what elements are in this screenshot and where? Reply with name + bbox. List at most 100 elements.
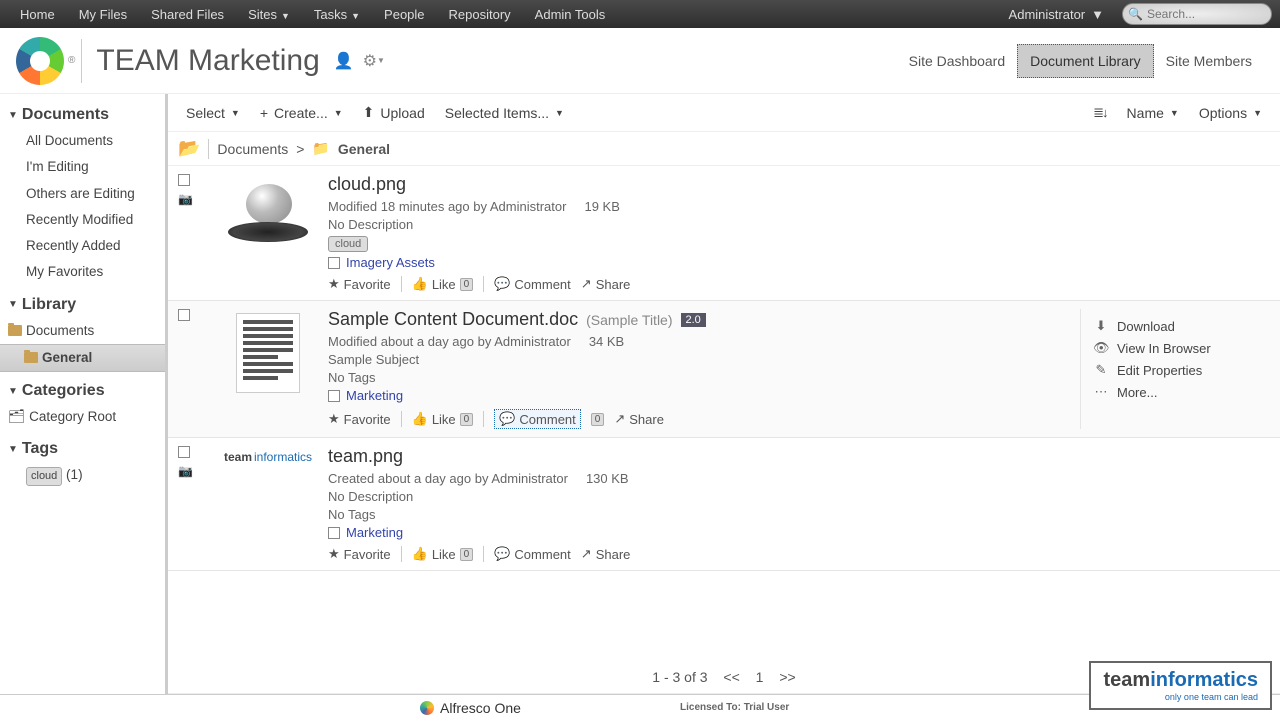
comment-button[interactable]: 💬Comment	[494, 409, 581, 429]
sidebar-filter-recently-added[interactable]: Recently Added	[0, 233, 165, 259]
document-title[interactable]: cloud.png	[328, 174, 1270, 195]
chevron-down-icon: ▼	[8, 299, 18, 310]
sidebar-filter-my-favorites[interactable]: My Favorites	[0, 259, 165, 285]
thumbs-up-icon: 👍	[412, 546, 428, 562]
category-link[interactable]: Marketing	[328, 525, 1270, 540]
gear-icon[interactable]: ⚙▼	[364, 51, 384, 71]
camera-icon: 📷	[178, 192, 193, 206]
chevron-down-icon: ▼	[8, 386, 18, 397]
favorite-button[interactable]: ★Favorite	[328, 276, 391, 292]
category-root[interactable]: 🗂 Category Root	[0, 404, 165, 430]
nav-tasks[interactable]: Tasks▼	[302, 2, 372, 27]
category-link[interactable]: Marketing	[328, 388, 1080, 403]
modified-text: Modified 18 minutes ago by Administrator	[328, 199, 566, 214]
sidebar-tags-header[interactable]: ▼Tags	[0, 436, 165, 462]
sidebar-filter-i-m-editing[interactable]: I'm Editing	[0, 154, 165, 180]
upload-button[interactable]: ⬆Upload	[355, 100, 433, 125]
share-icon: ↗	[581, 276, 592, 292]
row-checkbox[interactable]	[178, 309, 190, 321]
category-link[interactable]: Imagery Assets	[328, 255, 1270, 270]
top-nav: HomeMy FilesShared FilesSites▼Tasks▼Peop…	[0, 0, 1280, 28]
document-row[interactable]: Sample Content Document.doc(Sample Title…	[168, 301, 1280, 438]
nav-sites[interactable]: Sites▼	[236, 2, 302, 27]
like-button[interactable]: 👍Like 0	[412, 546, 474, 562]
nav-repository[interactable]: Repository	[437, 2, 523, 27]
document-title[interactable]: Sample Content Document.doc(Sample Title…	[328, 309, 1080, 330]
thumbs-up-icon: 👍	[412, 411, 428, 427]
file-size: 19 KB	[584, 199, 619, 214]
thumbnail[interactable]	[208, 174, 328, 292]
site-nav-site-members[interactable]: Site Members	[1154, 45, 1264, 77]
options-button[interactable]: Options▼	[1191, 101, 1270, 125]
site-header: ® TEAM Marketing 👤 ⚙▼ Site DashboardDocu…	[0, 28, 1280, 94]
tag[interactable]: cloud	[328, 236, 368, 252]
tag-icon: 🗂	[8, 407, 25, 427]
chevron-down-icon: ▼	[8, 110, 18, 121]
favorite-button[interactable]: ★Favorite	[328, 546, 391, 562]
sort-direction-button[interactable]: ≣↓	[1085, 101, 1114, 125]
comment-count: 0	[591, 413, 605, 426]
chevron-down-icon: ▼	[1091, 7, 1104, 22]
user-menu[interactable]: Administrator▼	[999, 2, 1114, 27]
tag-item[interactable]: cloud (1)	[0, 462, 165, 489]
document-title[interactable]: team.png	[328, 446, 1270, 467]
sidebar-filter-all-documents[interactable]: All Documents	[0, 128, 165, 154]
sidebar-library-header[interactable]: ▼Library	[0, 292, 165, 318]
create-button[interactable]: +Create...▼	[252, 101, 351, 125]
edit-properties-button[interactable]: ✎Edit Properties	[1093, 359, 1270, 381]
thumbnail[interactable]	[208, 309, 328, 429]
thumbnail[interactable]: teaminformatics	[208, 446, 328, 562]
library-folder-general[interactable]: General	[0, 344, 165, 372]
thumbs-up-icon: 👍	[412, 276, 428, 292]
pencil-icon: ✎	[1093, 362, 1109, 378]
download-button[interactable]: ⬇Download	[1093, 315, 1270, 337]
sort-field-button[interactable]: Name▼	[1119, 101, 1187, 125]
pager-next[interactable]: >>	[779, 669, 795, 685]
version-badge: 2.0	[681, 313, 706, 327]
search-input[interactable]	[1122, 3, 1272, 25]
pager-page[interactable]: 1	[756, 669, 764, 685]
nav-my-files[interactable]: My Files	[67, 2, 139, 27]
nav-shared-files[interactable]: Shared Files	[139, 2, 236, 27]
row-checkbox[interactable]	[178, 446, 190, 458]
pager-range: 1 - 3 of 3	[652, 669, 707, 685]
site-title: TEAM Marketing	[96, 44, 319, 78]
share-button[interactable]: ↗Share	[614, 411, 664, 427]
share-button[interactable]: ↗Share	[581, 546, 631, 562]
document-row[interactable]: 📷teaminformaticsteam.pngCreated about a …	[168, 438, 1280, 571]
like-button[interactable]: 👍Like 0	[412, 411, 474, 427]
like-button[interactable]: 👍Like 0	[412, 276, 474, 292]
library-root[interactable]: Documents	[0, 318, 165, 344]
sidebar-filter-recently-modified[interactable]: Recently Modified	[0, 207, 165, 233]
comment-button[interactable]: 💬Comment	[494, 546, 571, 562]
selected-items-button[interactable]: Selected Items...▼	[437, 101, 572, 125]
file-size: 34 KB	[589, 334, 624, 349]
sidebar-categories-header[interactable]: ▼Categories	[0, 378, 165, 404]
view-browser-button[interactable]: 👁View In Browser	[1093, 337, 1270, 359]
row-actions-panel: ⬇Download👁View In Browser✎Edit Propertie…	[1080, 309, 1270, 429]
pager-prev[interactable]: <<	[723, 669, 739, 685]
site-nav-document-library[interactable]: Document Library	[1017, 44, 1154, 78]
folder-up-icon[interactable]: 📂	[178, 138, 200, 159]
site-nav-site-dashboard[interactable]: Site Dashboard	[897, 45, 1018, 77]
favorite-button[interactable]: ★Favorite	[328, 411, 391, 427]
comment-button[interactable]: 💬Comment	[494, 276, 571, 292]
document-row[interactable]: 📷 cloud.png Modified 18 minutes ago by Adm…	[168, 166, 1280, 301]
comment-icon: 💬	[494, 276, 510, 292]
brand-watermark: teaminformatics only one team can lead	[1089, 661, 1272, 710]
invite-icon[interactable]: 👤	[334, 51, 354, 71]
no-tags: No Tags	[328, 507, 1270, 522]
folder-icon: 📁	[312, 140, 329, 157]
nav-home[interactable]: Home	[8, 2, 67, 27]
nav-people[interactable]: People	[372, 2, 436, 27]
more-button[interactable]: ⋯More...	[1093, 381, 1270, 403]
breadcrumb-root[interactable]: Documents	[217, 141, 288, 157]
star-icon: ★	[328, 411, 340, 427]
row-checkbox[interactable]	[178, 174, 190, 186]
share-button[interactable]: ↗Share	[581, 276, 631, 292]
select-button[interactable]: Select▼	[178, 101, 248, 125]
modified-text: Modified about a day ago by Administrato…	[328, 334, 571, 349]
nav-admin-tools[interactable]: Admin Tools	[523, 2, 618, 27]
sidebar-filter-others-are-editing[interactable]: Others are Editing	[0, 181, 165, 207]
sidebar-documents-header[interactable]: ▼Documents	[0, 102, 165, 128]
